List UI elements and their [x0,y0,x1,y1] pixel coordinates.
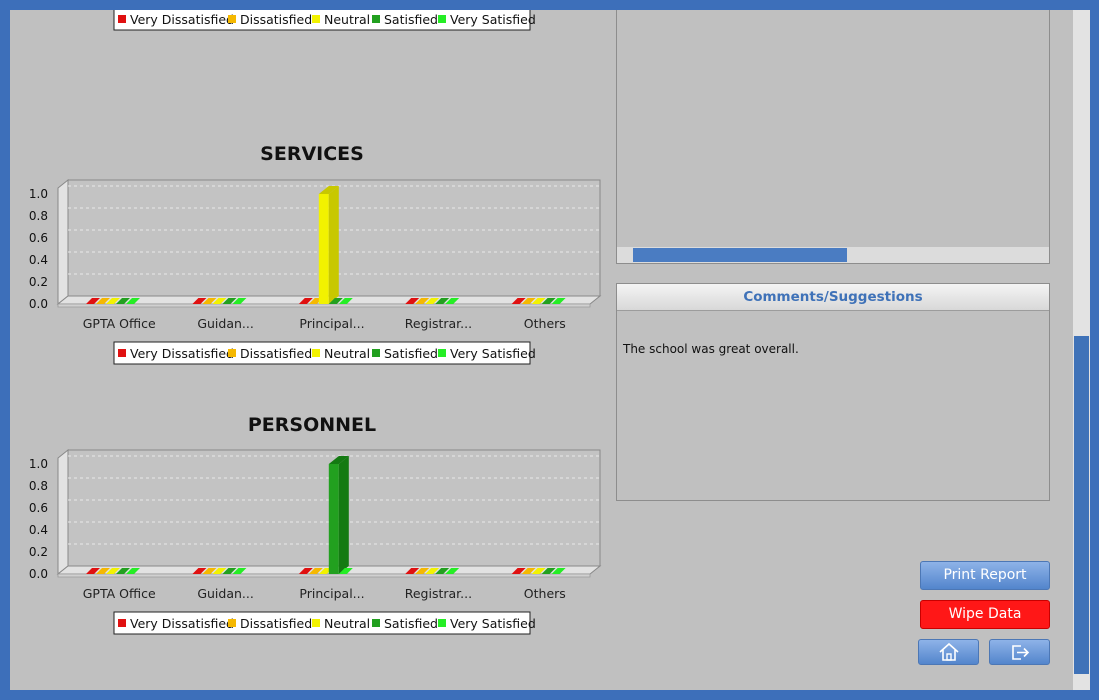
legend-label: Very Satisfied [450,12,536,27]
plot-floor-edge [57,573,591,578]
home-button[interactable] [918,639,979,665]
y-tick-label: 0.6 [29,501,48,515]
x-category-label: Guidan... [197,316,254,331]
bar-side [338,456,349,574]
x-category-label: Registrar... [405,316,472,331]
legend-label: Neutral [324,12,370,27]
plot-floor-edge [57,303,591,308]
legend-label: Very Satisfied [450,346,536,361]
legend-label: Satisfied [384,12,438,27]
comment-text: The school was great overall. [623,342,799,356]
horizontal-scrollbar[interactable] [617,247,1049,263]
exit-icon [1011,645,1029,660]
vertical-scrollbar-thumb[interactable] [1074,336,1089,674]
legend-swatch [118,619,126,627]
x-category-label: Others [524,316,566,331]
y-tick-label: 1.0 [29,457,48,471]
legend-swatch [438,349,446,357]
bar-side [328,186,339,304]
legend-swatch [372,349,380,357]
personnel-chart: 0.0 0.2 0.4 0.6 0.8 1.0 GPTA Office Guidan... Pr… [29,448,602,635]
plot-side-wall [57,448,69,576]
legend: Very Dissatisfied Dissatisfied Neutral Sati… [113,341,536,365]
y-tick-label: 0.8 [29,209,48,223]
y-tick-label: 1.0 [29,187,48,201]
bar [328,464,339,574]
legend-swatch [118,349,126,357]
legend-swatch [438,619,446,627]
top-text-panel[interactable] [616,10,1050,264]
vertical-scrollbar[interactable] [1073,10,1090,690]
x-category-label: Guidan... [197,586,254,601]
exit-button[interactable] [989,639,1050,665]
y-tick-label: 0.2 [29,545,48,559]
bar [318,194,329,304]
legend-swatch [312,349,320,357]
main-panel: SERVICES PERSONNEL 0.00.2GPTA OfficeGuid… [10,10,1073,690]
horizontal-scrollbar-thumb[interactable] [633,248,847,262]
legend-label: Satisfied [384,346,438,361]
legend-swatch [228,349,236,357]
x-category-label: GPTA Office [83,316,156,331]
legend-swatch [372,619,380,627]
legend-label: Dissatisfied [240,12,312,27]
y-tick-label: 0.8 [29,479,48,493]
legend-label: Very Dissatisfied [130,616,234,631]
print-report-button[interactable]: Print Report [920,561,1050,590]
offices-chart: 0.00.2GPTA OfficeGuidan...Principal...Re… [113,10,536,31]
y-tick-label: 0.4 [29,253,48,267]
personnel-chart-title: PERSONNEL [247,414,377,436]
y-tick-label: 0.6 [29,231,48,245]
wipe-data-button[interactable]: Wipe Data [920,600,1050,629]
x-category-label: Principal... [299,316,364,331]
legend-label: Neutral [324,346,370,361]
y-tick-label: 0.0 [29,567,48,581]
legend-swatch [228,619,236,627]
x-category-label: GPTA Office [83,586,156,601]
legend-label: Very Satisfied [450,616,536,631]
comments-header: Comments/Suggestions [617,284,1049,311]
legend-label: Satisfied [384,616,438,631]
legend-label: Very Dissatisfied [130,346,234,361]
legend-label: Dissatisfied [240,346,312,361]
services-chart-title: SERVICES [260,143,364,165]
legend-swatch [118,15,126,23]
x-category-label: Registrar... [405,586,472,601]
legend-swatch [312,619,320,627]
home-icon [938,642,959,661]
legend: Very Dissatisfied Dissatisfied Neutral Sati… [113,10,536,31]
comments-panel: Comments/Suggestions The school was grea… [616,283,1050,501]
legend-label: Dissatisfied [240,616,312,631]
services-chart: 0.0 0.2 0.4 0.6 0.8 1.0 GPTA Office Guidan... Pr… [29,178,602,365]
x-category-label: Principal... [299,586,364,601]
legend-swatch [438,15,446,23]
y-tick-label: 0.0 [29,297,48,311]
legend-swatch [372,15,380,23]
legend-swatch [312,15,320,23]
legend-label: Neutral [324,616,370,631]
x-category-label: Others [524,586,566,601]
legend-swatch [228,15,236,23]
y-tick-label: 0.2 [29,275,48,289]
legend-label: Very Dissatisfied [130,12,234,27]
y-tick-label: 0.4 [29,523,48,537]
plot-side-wall [57,178,69,306]
legend: Very Dissatisfied Dissatisfied Neutral Sati… [113,611,536,635]
